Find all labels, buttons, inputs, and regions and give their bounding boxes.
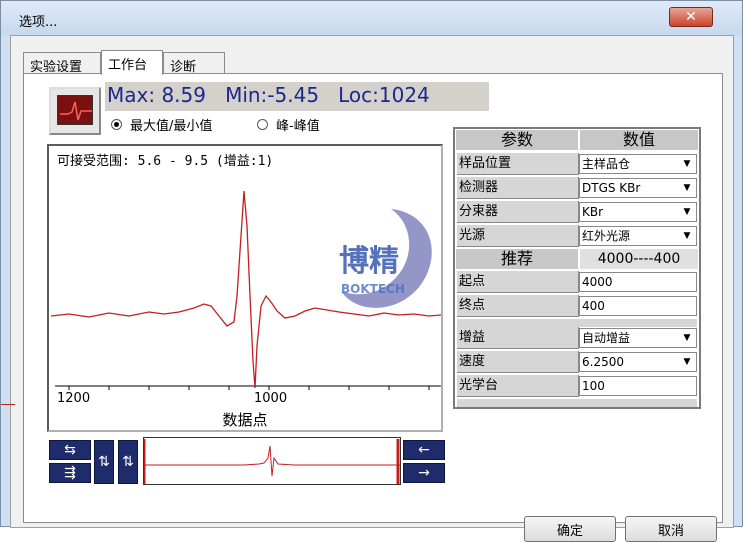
x-tick-1000: 1000 — [254, 391, 288, 406]
tab-workbench[interactable]: 工作台 — [101, 50, 163, 75]
grid-separator — [457, 319, 697, 327]
close-icon: ✕ — [685, 9, 697, 25]
interferogram-line — [50, 190, 441, 389]
interferogram-canvas — [50, 190, 441, 390]
recommend-label: 推荐 — [455, 248, 579, 270]
row-label-source: 光源 — [457, 225, 579, 247]
overview-canvas — [142, 439, 400, 484]
start-point-field[interactable]: 4000 — [579, 272, 697, 292]
detector-select[interactable]: DTGS KBr — [579, 178, 697, 198]
title-bar: 选项... ✕ — [1, 1, 742, 35]
end-point-field[interactable]: 400 — [579, 296, 697, 316]
radio-button-unselected[interactable] — [257, 119, 268, 130]
row-label-beamsplitter: 分束器 — [457, 201, 579, 223]
signal-readout: Max: 8.59 Min:-5.45 Loc:1024 — [105, 82, 489, 111]
recommend-value: 4000----400 — [579, 248, 699, 270]
radio-peak-to-peak[interactable]: 峰-峰值 — [257, 115, 320, 134]
options-dialog: 选项... ✕ 实验设置 工作台 诊断 Max: 8.59 Min:-5.45 … — [0, 0, 743, 542]
scroll-left-button[interactable]: ← — [403, 440, 445, 460]
gain-select[interactable]: 自动增益 — [579, 328, 697, 348]
arrows-left-right-icon: ⇆ — [64, 442, 76, 458]
tab-diagnostics[interactable]: 诊断 — [163, 52, 225, 75]
radio-label-peak-to-peak: 峰-峰值 — [276, 119, 320, 134]
arrow-right-icon: → — [418, 465, 430, 481]
arrow-left-icon: ← — [418, 442, 430, 458]
tab-experiment-settings[interactable]: 实验设置 — [23, 52, 101, 75]
row-label-detector: 检测器 — [457, 177, 579, 199]
compress-vertical-button[interactable]: ⇅ — [118, 440, 138, 484]
expand-horizontal-button[interactable]: ⇆ — [49, 440, 91, 460]
x-axis-ticks — [68, 386, 430, 390]
sample-position-select[interactable]: 主样品仓 — [579, 154, 697, 174]
max-value: Max: 8.59 — [107, 83, 206, 107]
arrows-vertical-inward-icon: ⇅ — [122, 454, 134, 470]
close-button[interactable]: ✕ — [669, 7, 713, 27]
expand-vertical-button[interactable]: ⇅ — [94, 440, 114, 484]
row-label-sample-position: 样品位置 — [457, 153, 579, 175]
arrows-inward-icon: ⇶ — [64, 465, 76, 481]
window-title: 选项... — [19, 15, 58, 30]
radio-button-selected[interactable] — [111, 119, 122, 130]
overview-strip[interactable] — [142, 437, 401, 485]
grid-bottom-filler — [457, 399, 697, 407]
signal-monitor-button[interactable] — [49, 87, 101, 135]
ok-button[interactable]: 确定 — [524, 516, 616, 542]
interferogram-plot: 可接受范围: 5.6 - 9.5 (增益:1) 1200 1000 数据点 — [47, 144, 443, 432]
row-label-start: 起点 — [457, 271, 579, 293]
loc-value: Loc:1024 — [338, 83, 430, 107]
scroll-right-button[interactable]: → — [403, 463, 445, 483]
radio-label-max-min: 最大值/最小值 — [130, 119, 213, 134]
arrows-up-down-icon: ⇅ — [98, 454, 110, 470]
header-parameter: 参数 — [455, 129, 579, 151]
speed-select[interactable]: 6.2500 — [579, 352, 697, 372]
row-label-gain: 增益 — [457, 327, 579, 349]
optical-bench-field[interactable]: 100 — [579, 376, 697, 396]
beamsplitter-select[interactable]: KBr — [579, 202, 697, 222]
cancel-button[interactable]: 取消 — [625, 516, 717, 542]
oscilloscope-icon — [57, 95, 93, 125]
x-axis-label: 数据点 — [222, 411, 268, 429]
row-label-speed: 速度 — [457, 351, 579, 373]
row-label-end: 终点 — [457, 295, 579, 317]
source-select[interactable]: 红外光源 — [579, 226, 697, 246]
parameter-grid: 参数 数值 样品位置 主样品仓 检测器 DTGS KBr 分束器 KBr 光源 … — [453, 127, 701, 409]
row-label-optical-bench: 光学台 — [457, 375, 579, 397]
stray-red-mark — [1, 404, 15, 405]
compress-horizontal-button[interactable]: ⇶ — [49, 463, 91, 483]
min-value: Min:-5.45 — [225, 83, 320, 107]
header-value: 数值 — [579, 129, 699, 151]
radio-max-min[interactable]: 最大值/最小值 — [111, 115, 212, 134]
x-tick-1200: 1200 — [57, 391, 91, 406]
